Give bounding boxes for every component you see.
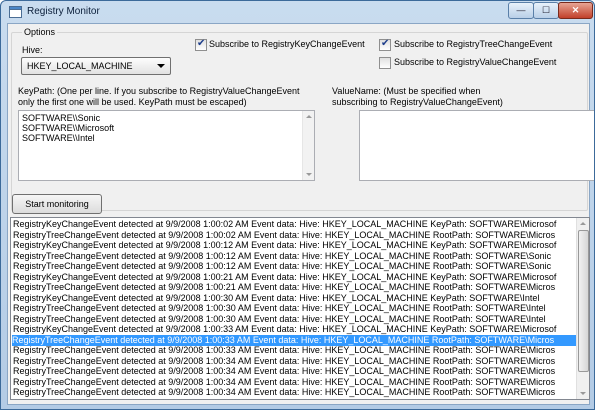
- keypath-line: SOFTWARE\\Sonic: [22, 113, 101, 123]
- chevron-down-icon[interactable]: [157, 64, 165, 68]
- hive-dropdown-value: HKEY_LOCAL_MACHINE: [27, 61, 133, 71]
- minimize-button[interactable]: —: [508, 2, 534, 19]
- keypath-lines: SOFTWARE\\Sonic SOFTWARE\\Microsoft SOFT…: [22, 113, 114, 143]
- log-line[interactable]: RegistryTreeChangeEvent detected at 9/9/…: [13, 356, 573, 367]
- log-line[interactable]: RegistryKeyChangeEvent detected at 9/9/2…: [13, 324, 573, 335]
- keypath-line: SOFTWARE\\Intel: [22, 133, 95, 143]
- log-line-selected[interactable]: RegistryTreeChangeEvent detected at 9/9/…: [12, 334, 576, 346]
- log-line[interactable]: RegistryTreeChangeEvent detected at 9/9/…: [13, 230, 573, 241]
- close-button[interactable]: ✕: [558, 2, 593, 19]
- hive-label: Hive:: [22, 45, 43, 55]
- scroll-up-arrow-icon[interactable]: [306, 115, 312, 118]
- window-title: Registry Monitor: [27, 6, 100, 17]
- log-line[interactable]: RegistryTreeChangeEvent detected at 9/9/…: [13, 366, 573, 377]
- hive-dropdown[interactable]: HKEY_LOCAL_MACHINE: [21, 57, 171, 75]
- event-log-listbox[interactable]: RegistryKeyChangeEvent detected at 9/9/2…: [10, 217, 590, 400]
- event-log-scrollbar[interactable]: [576, 218, 589, 399]
- log-line[interactable]: RegistryTreeChangeEvent detected at 9/9/…: [13, 251, 573, 262]
- scroll-up-arrow-icon[interactable]: [580, 222, 586, 225]
- registry-monitor-window: Registry Monitor — ☐ ✕ Options Hive: HKE…: [0, 0, 595, 410]
- subscribe-keychange-label[interactable]: Subscribe to RegistryKeyChangeEvent: [209, 39, 365, 50]
- log-line[interactable]: RegistryTreeChangeEvent detected at 9/9/…: [13, 387, 573, 398]
- options-group-label: Options: [22, 27, 58, 37]
- log-line[interactable]: RegistryKeyChangeEvent detected at 9/9/2…: [13, 272, 573, 283]
- valuename-textarea[interactable]: [359, 110, 594, 181]
- log-line[interactable]: RegistryTreeChangeEvent detected at 9/9/…: [13, 377, 573, 388]
- subscribe-treechange-checkbox[interactable]: [379, 38, 391, 51]
- subscribe-keychange-checkbox[interactable]: [195, 38, 207, 51]
- keypath-line: SOFTWARE\\Microsoft: [22, 123, 115, 133]
- log-line[interactable]: RegistryTreeChangeEvent detected at 9/9/…: [13, 282, 573, 293]
- scrollbar-thumb[interactable]: [578, 230, 589, 372]
- app-window-icon: [9, 6, 22, 18]
- log-line[interactable]: RegistryKeyChangeEvent detected at 9/9/2…: [13, 293, 573, 304]
- subscribe-treechange-label[interactable]: Subscribe to RegistryTreeChangeEvent: [394, 39, 552, 50]
- scroll-down-arrow-icon[interactable]: [580, 392, 586, 395]
- title-bar[interactable]: Registry Monitor — ☐ ✕: [1, 1, 594, 23]
- log-line[interactable]: RegistryTreeChangeEvent detected at 9/9/…: [13, 345, 573, 356]
- subscribe-valuechange-checkbox[interactable]: [379, 57, 391, 69]
- keypath-scrollbar[interactable]: [302, 111, 314, 180]
- subscribe-valuechange-label[interactable]: Subscribe to RegistryValueChangeEvent: [394, 57, 556, 68]
- valuename-label-line1: ValueName: (Must be specified when: [332, 86, 481, 96]
- keypath-label-line1: KeyPath: (One per line. If you subscribe…: [18, 86, 300, 96]
- log-line[interactable]: RegistryKeyChangeEvent detected at 9/9/2…: [13, 219, 573, 230]
- log-line[interactable]: RegistryTreeChangeEvent detected at 9/9/…: [13, 398, 573, 400]
- log-line[interactable]: RegistryTreeChangeEvent detected at 9/9/…: [13, 261, 573, 272]
- valuename-label-line2: subscribing to RegistryValueChangeEvent): [332, 97, 503, 107]
- client-area: Options Hive: HKEY_LOCAL_MACHINE Subscri…: [7, 23, 594, 405]
- log-line[interactable]: RegistryTreeChangeEvent detected at 9/9/…: [13, 303, 573, 314]
- log-line[interactable]: RegistryKeyChangeEvent detected at 9/9/2…: [13, 240, 573, 251]
- keypath-label-line2: only the first one will be used. KeyPath…: [18, 97, 247, 107]
- maximize-button[interactable]: ☐: [533, 2, 559, 19]
- keypath-textarea[interactable]: SOFTWARE\\Sonic SOFTWARE\\Microsoft SOFT…: [18, 110, 315, 181]
- log-line[interactable]: RegistryTreeChangeEvent detected at 9/9/…: [13, 314, 573, 325]
- start-monitoring-button[interactable]: Start monitoring: [12, 194, 102, 214]
- scroll-down-arrow-icon[interactable]: [306, 173, 312, 176]
